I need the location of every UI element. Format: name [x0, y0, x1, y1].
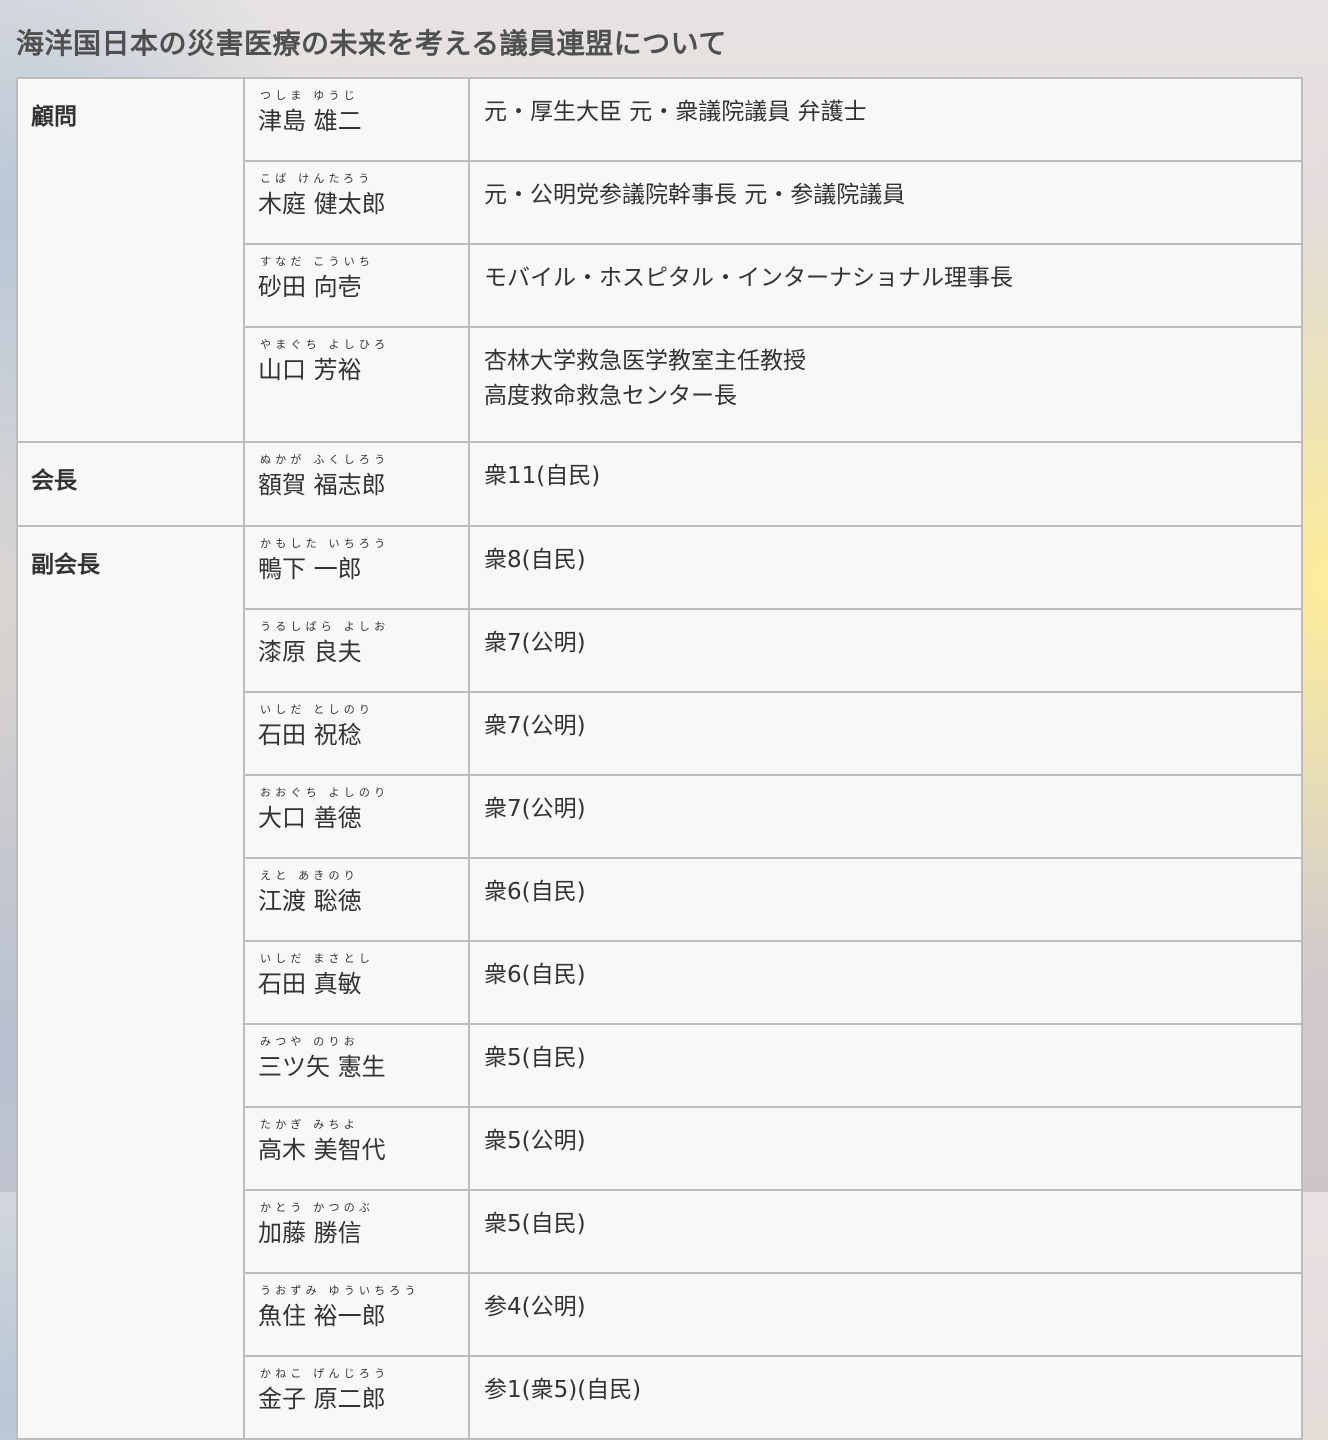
name-cell: みつや のりお 三ツ矢 憲生: [243, 1023, 470, 1108]
member-description: 元・厚生大臣 元・衆議院議員 弁護士: [468, 77, 1303, 162]
member-description: 元・公明党参議院幹事長 元・参議院議員: [468, 160, 1303, 245]
name-cell: こば けんたろう 木庭 健太郎: [243, 160, 470, 245]
member-name: 砂田 向壱: [258, 273, 362, 301]
member-name: 鴨下 一郎: [258, 555, 362, 583]
name-cell: うるしばら よしお 漆原 良夫: [243, 608, 470, 693]
member-name: 金子 原二郎: [258, 1385, 386, 1413]
member-description: 衆7(公明): [468, 774, 1303, 859]
role-cell-advisor: 顧問: [16, 77, 245, 443]
member-description: 参1(衆5)(自民): [468, 1355, 1303, 1440]
member-description: 衆8(自民): [468, 525, 1303, 610]
members-table: 顧問 つしま ゆうじ 津島 雄二 元・厚生大臣 元・衆議院議員 弁護士 こば け…: [16, 77, 1303, 1440]
name-cell: つしま ゆうじ 津島 雄二: [243, 77, 470, 162]
member-name: 漆原 良夫: [258, 638, 362, 666]
member-description: 衆6(自民): [468, 940, 1303, 1025]
name-cell: やまぐち よしひろ 山口 芳裕: [243, 326, 470, 443]
member-name: 魚住 裕一郎: [258, 1302, 386, 1330]
member-description: 杏林大学救急医学教室主任教授 高度救命救急センター長: [468, 326, 1303, 443]
member-name: 木庭 健太郎: [258, 190, 386, 218]
table-row: 副会長 かもした いちろう 鴨下 一郎 衆8(自民): [16, 525, 1303, 1440]
member-name: 三ツ矢 憲生: [258, 1053, 386, 1081]
member-name: 加藤 勝信: [258, 1219, 362, 1247]
name-cell: うおずみ ゆういちろう 魚住 裕一郎: [243, 1272, 470, 1357]
member-description: 衆5(自民): [468, 1023, 1303, 1108]
table-row: 顧問 つしま ゆうじ 津島 雄二 元・厚生大臣 元・衆議院議員 弁護士: [16, 77, 1303, 443]
table-row: 会長 ぬかが ふくしろう 額賀 福志郎 衆11(自民): [16, 441, 1303, 527]
member-name: 石田 真敏: [258, 970, 362, 998]
member-name: 江渡 聡徳: [258, 887, 362, 915]
member-name: 額賀 福志郎: [258, 471, 386, 499]
member-description: 衆5(自民): [468, 1189, 1303, 1274]
member-description: 参4(公明): [468, 1272, 1303, 1357]
name-cell: たかぎ みちよ 高木 美智代: [243, 1106, 470, 1191]
member-name: 石田 祝稔: [258, 721, 362, 749]
member-name: 高木 美智代: [258, 1136, 386, 1164]
role-cell-chair: 会長: [16, 441, 245, 527]
member-description: 衆7(公明): [468, 608, 1303, 693]
member-name: 津島 雄二: [258, 107, 362, 135]
name-cell: いしだ まさとし 石田 真敏: [243, 940, 470, 1025]
member-description: 衆7(公明): [468, 691, 1303, 776]
name-cell: おおぐち よしのり 大口 善徳: [243, 774, 470, 859]
member-name: 山口 芳裕: [258, 356, 362, 384]
name-cell: かもした いちろう 鴨下 一郎: [243, 525, 470, 610]
member-description: 衆11(自民): [468, 441, 1303, 527]
member-description: モバイル・ホスピタル・インターナショナル理事長: [468, 243, 1303, 328]
member-description: 衆6(自民): [468, 857, 1303, 942]
name-cell: いしだ としのり 石田 祝稔: [243, 691, 470, 776]
name-cell: かとう かつのぶ 加藤 勝信: [243, 1189, 470, 1274]
role-cell-vice-chair: 副会長: [16, 525, 245, 1440]
member-name: 大口 善徳: [258, 804, 362, 832]
name-cell: かねこ げんじろう 金子 原二郎: [243, 1355, 470, 1440]
member-description: 衆5(公明): [468, 1106, 1303, 1191]
page-title: 海洋国日本の災害医療の未来を考える議員連盟について: [16, 27, 727, 60]
name-cell: ぬかが ふくしろう 額賀 福志郎: [243, 441, 470, 527]
name-cell: すなだ こういち 砂田 向壱: [243, 243, 470, 328]
name-cell: えと あきのり 江渡 聡徳: [243, 857, 470, 942]
